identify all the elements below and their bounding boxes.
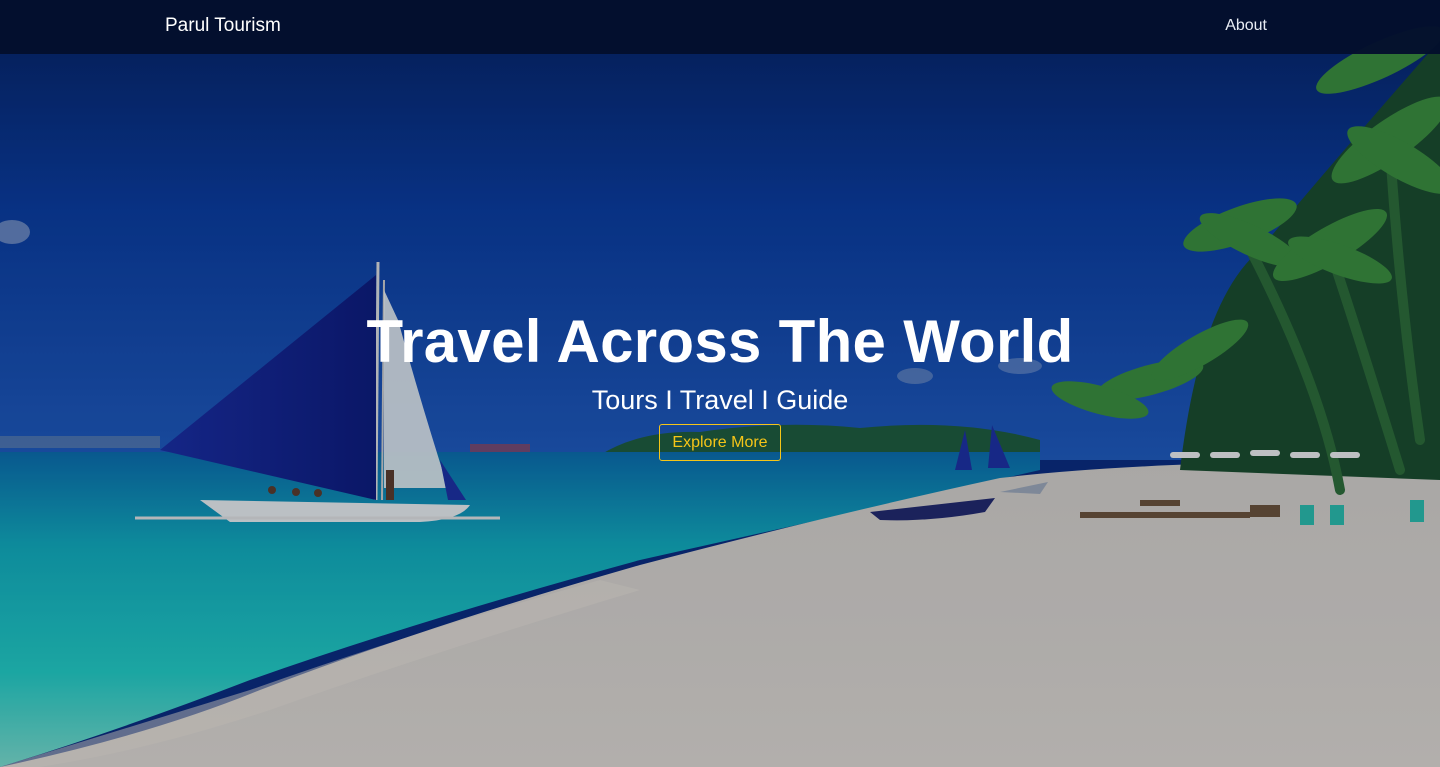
explore-more-button[interactable]: Explore More (659, 424, 781, 461)
page: Parul Tourism About Travel Across The Wo… (0, 0, 1440, 767)
nav-link-about[interactable]: About (1225, 16, 1267, 36)
hero-title: Travel Across The World (366, 308, 1074, 375)
brand-logo-link[interactable]: Parul Tourism (165, 14, 281, 38)
hero-section: Travel Across The World Tours I Travel I… (0, 306, 1440, 461)
navbar: Parul Tourism About (0, 0, 1440, 54)
hero-subtitle: Tours I Travel I Guide (591, 385, 849, 415)
